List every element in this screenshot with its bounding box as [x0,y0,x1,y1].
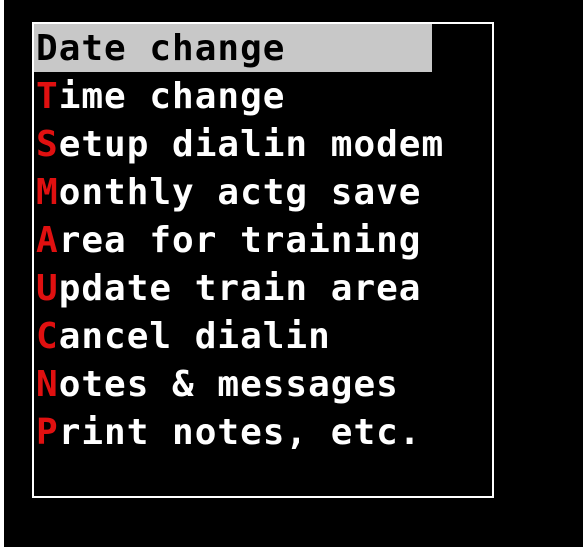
hotkey-letter: T [36,75,59,117]
menu-item-label: ime change [58,75,286,117]
hotkey-letter: N [36,363,59,405]
menu-item-date-change[interactable]: Date change [34,24,432,72]
menu-item-time-change[interactable]: Time change [34,72,444,120]
hotkey-letter: S [36,123,59,165]
menu-item-label: ate change [58,27,286,69]
menu-item-label: pdate train area [58,267,422,309]
menu-item-area-for-training[interactable]: Area for training [34,216,444,264]
menu-item-update-train-area[interactable]: Update train area [34,264,444,312]
menu-item-print-notes[interactable]: Print notes, etc. [34,408,444,456]
menu-item-monthly-actg-save[interactable]: Monthly actg save [34,168,444,216]
menu-list: Date change Time change Setup dialin mod… [34,24,444,456]
menu-item-label: otes & messages [58,363,399,405]
menu-item-label: rea for training [58,219,422,261]
hotkey-letter: C [36,315,59,357]
terminal-screen: Date change Time change Setup dialin mod… [4,0,583,547]
hotkey-letter: P [36,411,59,453]
menu-item-label: etup dialin modem [58,123,445,165]
hotkey-letter: U [36,267,59,309]
menu-item-label: onthly actg save [58,171,422,213]
menu-item-label: rint notes, etc. [58,411,422,453]
hotkey-letter: M [36,171,59,213]
hotkey-letter: A [36,219,59,261]
menu-item-setup-dialin-modem[interactable]: Setup dialin modem [34,120,444,168]
menu-item-label: ancel dialin [58,315,331,357]
menu-item-cancel-dialin[interactable]: Cancel dialin [34,312,444,360]
menu-item-notes-and-messages[interactable]: Notes & messages [34,360,444,408]
hotkey-letter: D [36,27,59,69]
